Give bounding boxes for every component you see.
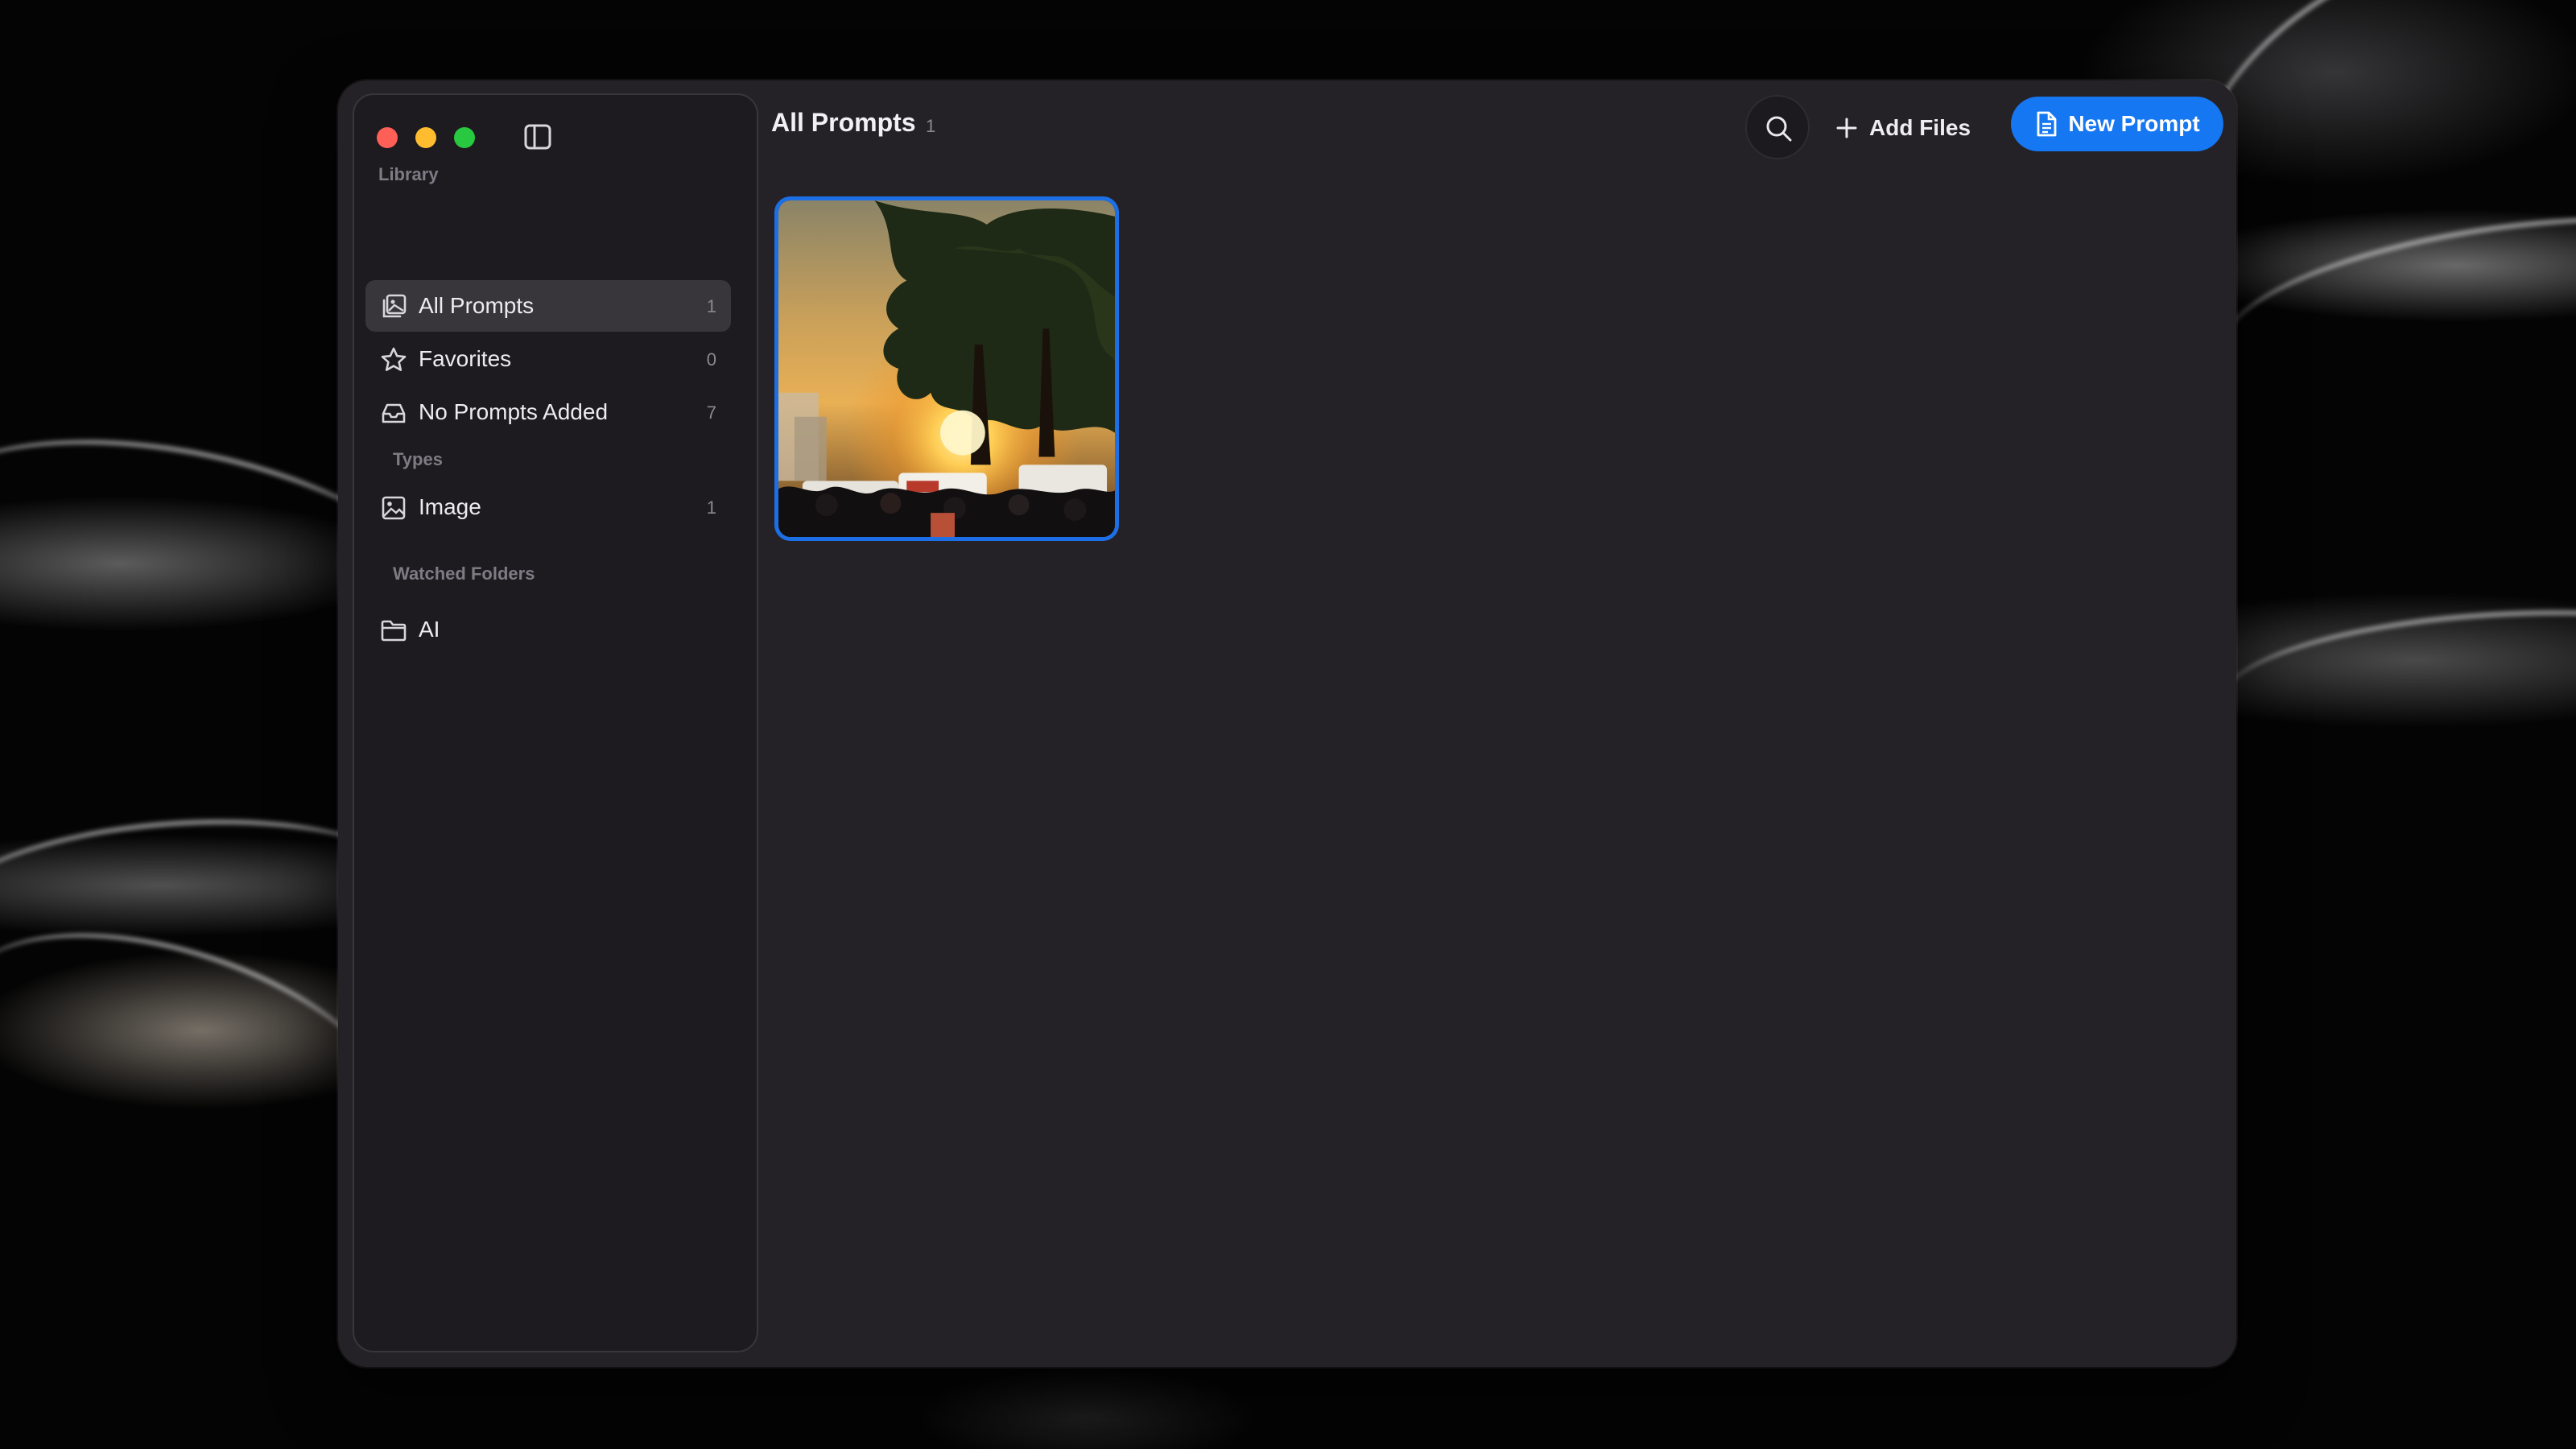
sidebar-item-label: All Prompts <box>419 293 535 318</box>
add-files-label: Add Files <box>1869 115 1971 140</box>
star-icon <box>380 346 407 374</box>
section-label-watched-folders: Watched Folders <box>393 564 535 584</box>
add-files-button[interactable]: Add Files <box>1835 108 1971 148</box>
inbox-icon <box>380 399 407 427</box>
sidebar-item-all-prompts[interactable]: All Prompts 1 <box>365 280 731 332</box>
page-title: All Prompts <box>771 108 916 137</box>
sidebar-item-label: No Prompts Added <box>419 399 609 424</box>
sidebar-item-no-prompts-added[interactable]: No Prompts Added 7 <box>365 386 731 438</box>
sidebar-item-count: 7 <box>706 402 716 423</box>
new-prompt-label: New Prompt <box>2068 111 2200 136</box>
plus-icon <box>1836 118 1857 138</box>
gallery-icon <box>380 293 407 320</box>
sidebar-toggle-icon[interactable] <box>523 122 552 151</box>
search-button[interactable] <box>1745 95 1810 159</box>
sidebar-item-count: 0 <box>706 349 716 369</box>
sunset-photo <box>778 200 1115 537</box>
sidebar-item-image[interactable]: Image 1 <box>365 481 731 533</box>
prompt-thumbnail[interactable] <box>774 196 1119 541</box>
section-label-library: Library <box>378 164 439 184</box>
folder-icon <box>380 617 407 644</box>
document-icon <box>2037 111 2057 137</box>
close-window-button[interactable] <box>377 127 398 148</box>
new-prompt-button[interactable]: New Prompt <box>2011 97 2223 151</box>
sidebar-item-label: Favorites <box>419 346 512 371</box>
section-label-types: Types <box>393 449 443 469</box>
sidebar-item-favorites[interactable]: Favorites 0 <box>365 333 731 385</box>
wallpaper-streak <box>2218 597 2576 777</box>
page-title-count: 1 <box>926 116 936 136</box>
sidebar-item-label: Image <box>419 494 481 519</box>
image-icon <box>380 494 407 522</box>
search-icon <box>1766 116 1792 142</box>
sidebar-item-label: AI <box>419 617 440 642</box>
app-window: Library All Prompts 1 Favorites 0 No Pro… <box>338 80 2236 1367</box>
sidebar: Library All Prompts 1 Favorites 0 No Pro… <box>353 93 758 1352</box>
sidebar-item-folder-ai[interactable]: AI <box>365 604 731 655</box>
sidebar-item-count: 1 <box>706 296 716 316</box>
zoom-window-button[interactable] <box>454 127 475 148</box>
minimize-window-button[interactable] <box>415 127 436 148</box>
sidebar-item-count: 1 <box>706 497 716 518</box>
